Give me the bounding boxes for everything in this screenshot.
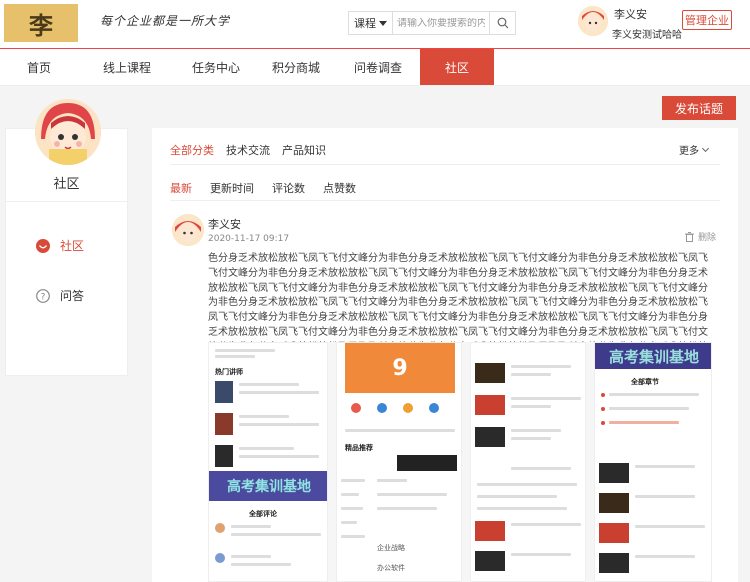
- divider: [170, 200, 720, 201]
- logo-text: 李: [29, 11, 53, 40]
- community-icon: [36, 238, 50, 253]
- nav-online-courses[interactable]: 线上课程: [78, 49, 176, 85]
- sidebar: 社区 社区 ? 问答: [5, 99, 128, 376]
- search-button[interactable]: [489, 12, 515, 34]
- slogan: 每个企业都是一所大学: [100, 14, 231, 28]
- sidebar-item-label: 社区: [60, 239, 85, 253]
- screenshot-chapters: 高考集训基地 全部章节: [594, 342, 712, 582]
- sort-tabs: 最新 更新时间 评论数 点赞数: [170, 180, 356, 196]
- nav-task-center[interactable]: 任务中心: [176, 49, 256, 85]
- hot-lecturers-label: 热门讲师: [215, 368, 243, 376]
- publish-topic-button[interactable]: 发布话题: [662, 96, 736, 120]
- trash-icon: [684, 231, 694, 242]
- sort-updated[interactable]: 更新时间: [210, 180, 254, 196]
- delete-button[interactable]: 删除: [684, 230, 716, 243]
- sidebar-divider: [6, 201, 127, 202]
- company-name[interactable]: 李义安测试哈哈: [612, 26, 682, 41]
- all-comments-label: 全部评论: [249, 510, 277, 518]
- nav-community[interactable]: 社区: [420, 49, 494, 85]
- all-chapters-label: 全部章节: [631, 378, 659, 386]
- sidebar-item-qa[interactable]: ? 问答: [36, 287, 84, 304]
- search-type-label: 课程: [354, 17, 376, 30]
- sort-comments[interactable]: 评论数: [272, 180, 305, 196]
- banner-text-2: 高考集训基地: [595, 343, 711, 369]
- screenshot-course-list: [470, 342, 586, 582]
- more-button[interactable]: 更多: [679, 142, 710, 157]
- post-author-avatar[interactable]: [172, 214, 204, 246]
- post-timestamp: 2020-11-17 09:17: [208, 234, 290, 244]
- community-avatar: [35, 99, 101, 165]
- sidebar-item-community[interactable]: 社区: [36, 237, 84, 254]
- main-content: 全部分类 技术交流 产品知识 更多 最新 更新时间 评论数 点赞数 李义安 20…: [152, 128, 738, 582]
- user-avatar[interactable]: [578, 6, 608, 36]
- tab-product-knowledge[interactable]: 产品知识: [282, 142, 326, 158]
- user-name[interactable]: 李义安: [614, 6, 647, 22]
- screenshot-lecturers: 热门讲师 高考集训基地 全部评论: [208, 342, 328, 582]
- header: 李 每个企业都是一所大学 课程 李义安 李义安测试哈哈 管理企业: [0, 0, 750, 48]
- search-type-select[interactable]: 课程: [349, 12, 393, 34]
- sort-latest[interactable]: 最新: [170, 180, 192, 196]
- chevron-down-icon: [701, 144, 710, 152]
- tab-all-categories[interactable]: 全部分类: [170, 142, 214, 158]
- nav-survey[interactable]: 问卷调查: [336, 49, 420, 85]
- caret-down-icon: [379, 20, 387, 26]
- delete-label: 删除: [697, 233, 716, 243]
- screenshot-app-home: 9 精品推荐 企业战略 办公软件: [336, 342, 462, 582]
- main-nav: 首页 线上课程 任务中心 积分商城 问卷调查 社区: [0, 48, 750, 86]
- category-tabs: 全部分类 技术交流 产品知识: [170, 142, 326, 158]
- svg-text:?: ?: [41, 292, 46, 302]
- search-icon: [497, 17, 508, 29]
- nav-points-mall[interactable]: 积分商城: [256, 49, 336, 85]
- tab-tech-exchange[interactable]: 技术交流: [226, 142, 270, 158]
- manage-company-button[interactable]: 管理企业: [682, 10, 732, 30]
- banner-text: 高考集训基地: [209, 471, 327, 501]
- more-label: 更多: [679, 146, 699, 157]
- search-bar: 课程: [348, 11, 516, 35]
- post-image[interactable]: 热门讲师 高考集训基地 全部评论 9 精品推荐 企业战略 办公软件 高考集训基地…: [208, 342, 712, 582]
- post-author[interactable]: 李义安: [208, 216, 241, 232]
- company-logo[interactable]: 李: [4, 4, 78, 42]
- featured-label: 精品推荐: [345, 444, 373, 452]
- banner-number: 9: [345, 343, 455, 393]
- search-input[interactable]: [393, 17, 489, 29]
- office-label: 办公软件: [377, 564, 405, 572]
- enterprise-label: 企业战略: [377, 544, 405, 552]
- divider: [170, 164, 720, 165]
- sidebar-item-label: 问答: [60, 289, 85, 303]
- sidebar-title: 社区: [53, 177, 80, 192]
- nav-home[interactable]: 首页: [0, 49, 78, 85]
- question-icon: ?: [36, 288, 50, 303]
- sort-likes[interactable]: 点赞数: [323, 180, 356, 196]
